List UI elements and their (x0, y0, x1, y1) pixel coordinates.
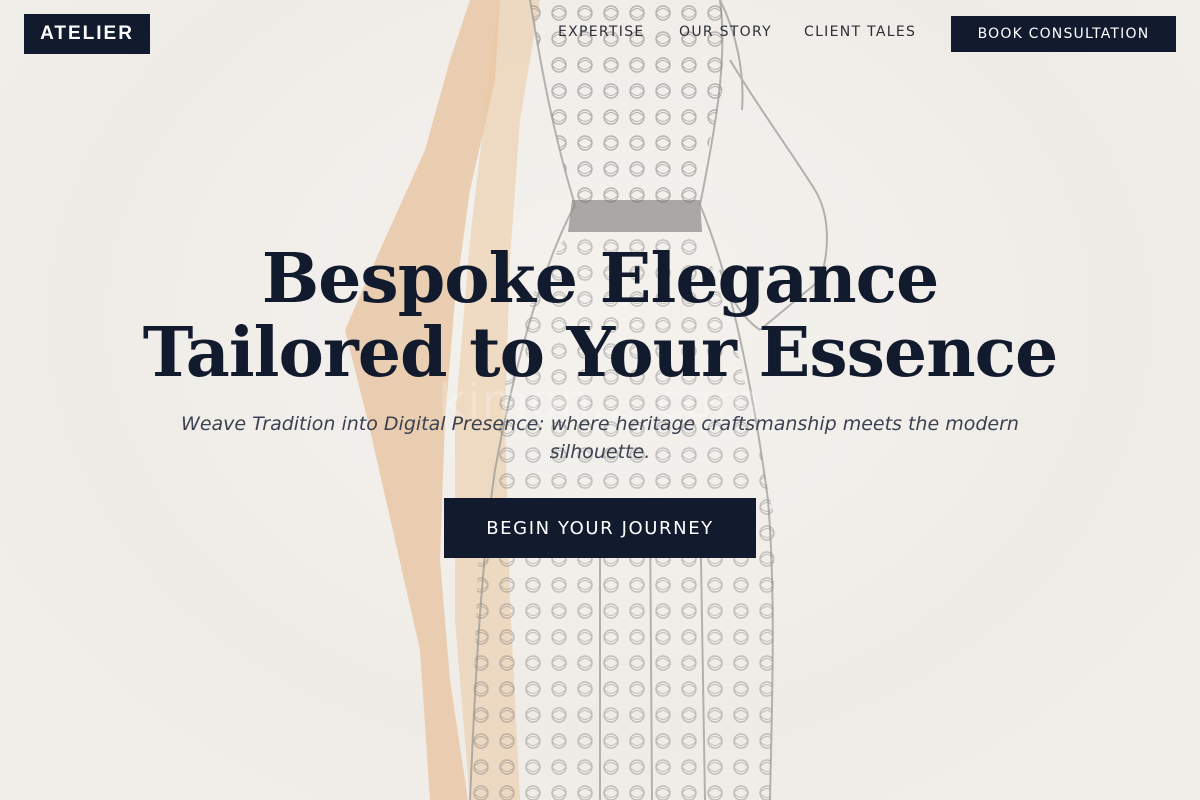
nav-link-our-story[interactable]: OUR STORY (679, 24, 772, 40)
nav-link-client-tales[interactable]: CLIENT TALES (804, 24, 916, 40)
brand-logo[interactable]: ATELIER (24, 14, 150, 54)
begin-journey-button[interactable]: BEGIN YOUR JOURNEY (444, 498, 756, 558)
nav-link-expertise[interactable]: EXPERTISE (558, 24, 645, 40)
hero-headline-line-1: Bespoke Elegance (261, 239, 940, 319)
book-consultation-button[interactable]: BOOK CONSULTATION (951, 16, 1176, 52)
hero-subheadline: Weave Tradition into Digital Presence: w… (181, 413, 1019, 463)
hero-headline: Bespoke Elegance Tailored to Your Essenc… (100, 242, 1100, 390)
